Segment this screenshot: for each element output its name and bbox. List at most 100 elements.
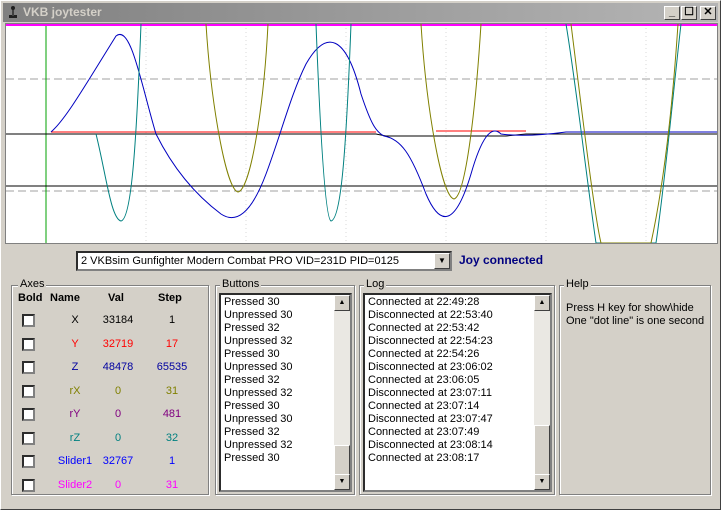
bold-checkbox[interactable] [22, 431, 35, 445]
axis-row: X 33184 1 [12, 314, 212, 332]
list-item[interactable]: Pressed 30 [224, 452, 332, 465]
buttons-items: Pressed 30 Unpressed 30 Pressed 32 Unpresse… [224, 296, 332, 465]
axes-group: Axes Bold Name Val Step X 33184 1 Y 32719 17 Z… [11, 278, 212, 497]
axis-step: 65535 [156, 361, 188, 373]
axis-value: 0 [114, 431, 122, 444]
axis-waveform-plot [6, 24, 717, 243]
list-item[interactable]: Disconnected at 23:07:47 [368, 413, 532, 426]
axis-row: Slider1 32767 1 [12, 455, 212, 473]
list-item[interactable]: Pressed 30 [224, 348, 332, 361]
axis-step: 1 [168, 314, 176, 326]
axis-value: 33184 [102, 314, 134, 326]
axis-step: 31 [165, 478, 179, 491]
bold-checkbox[interactable] [22, 337, 35, 351]
bold-column-header: Bold [18, 292, 43, 304]
axes-group-label: Axes [18, 278, 47, 290]
log-group: Log Connected at 22:49:28 Disconnected at… [359, 278, 555, 495]
val-column-header: Val [108, 292, 124, 304]
list-item[interactable]: Disconnected at 23:08:14 [368, 439, 532, 452]
list-item[interactable]: Pressed 32 [224, 374, 332, 387]
list-item[interactable]: Unpressed 30 [224, 361, 332, 374]
chevron-down-icon[interactable]: ▼ [434, 253, 450, 269]
list-item[interactable]: Unpressed 32 [224, 335, 332, 348]
axis-value: 0 [114, 384, 122, 397]
log-listbox[interactable]: Connected at 22:49:28 Disconnected at 22:… [363, 293, 552, 492]
scroll-up-icon[interactable]: ▲ [534, 295, 550, 311]
list-item[interactable]: Unpressed 32 [224, 439, 332, 452]
log-scrollbar[interactable]: ▲ ▼ [534, 295, 550, 490]
list-item[interactable]: Connected at 23:07:49 [368, 426, 532, 439]
axis-value: 32719 [102, 337, 134, 350]
bold-checkbox[interactable] [22, 455, 35, 468]
log-group-label: Log [364, 278, 387, 290]
axis-row: Z 48478 65535 [12, 361, 212, 379]
title-bar[interactable]: VKB joytester _ ☐ ✕ [3, 3, 718, 22]
help-line-1: Press H key for show\hide [566, 302, 694, 314]
axis-step: 1 [168, 455, 176, 467]
log-items: Connected at 22:49:28 Disconnected at 22:… [368, 296, 532, 465]
device-dropdown[interactable]: 2 VKBsim Gunfighter Modern Combat PRO VI… [76, 251, 452, 271]
y-axis-trace [51, 130, 526, 133]
bold-checkbox[interactable] [22, 361, 35, 374]
bold-checkbox[interactable] [22, 314, 35, 327]
axis-value: 0 [114, 408, 122, 420]
signal-graph [5, 23, 718, 244]
device-dropdown-value: 2 VKBsim Gunfighter Modern Combat PRO VI… [81, 255, 399, 267]
axis-row: rY 0 481 [12, 408, 212, 426]
axis-step: 32 [165, 431, 179, 444]
bold-checkbox[interactable] [22, 408, 35, 421]
scroll-down-icon[interactable]: ▼ [534, 474, 550, 490]
axis-step: 481 [162, 408, 182, 420]
list-item[interactable]: Connected at 23:07:14 [368, 400, 532, 413]
list-item[interactable]: Unpressed 30 [224, 309, 332, 322]
window-title: VKB joytester [23, 5, 102, 19]
list-item[interactable]: Connected at 22:54:26 [368, 348, 532, 361]
list-item[interactable]: Unpressed 32 [224, 387, 332, 400]
list-item[interactable]: Connected at 23:06:05 [368, 374, 532, 387]
scroll-thumb[interactable] [334, 445, 350, 475]
list-item[interactable]: Disconnected at 23:07:11 [368, 387, 532, 400]
help-group: Help Press H key for show\hide One "dot … [559, 278, 711, 495]
axis-value: 32767 [102, 455, 134, 467]
list-item[interactable]: Connected at 23:08:17 [368, 452, 532, 465]
axis-value: 0 [114, 478, 122, 491]
buttons-listbox[interactable]: Pressed 30 Unpressed 30 Pressed 32 Unpresse… [219, 293, 352, 492]
step-column-header: Step [158, 292, 182, 304]
connection-status: Joy connected [459, 253, 544, 267]
axis-row: rZ 0 32 [12, 431, 212, 450]
buttons-scrollbar[interactable]: ▲ ▼ [334, 295, 350, 490]
scroll-down-icon[interactable]: ▼ [334, 474, 350, 490]
list-item[interactable]: Disconnected at 23:06:02 [368, 361, 532, 374]
close-button[interactable]: ✕ [700, 6, 716, 20]
scroll-up-icon[interactable]: ▲ [334, 295, 350, 311]
scroll-thumb[interactable] [534, 425, 550, 475]
list-item[interactable]: Pressed 30 [224, 296, 332, 309]
list-item[interactable]: Pressed 30 [224, 400, 332, 413]
minimize-button[interactable]: _ [664, 6, 680, 20]
axis-row: rX 0 31 [12, 384, 212, 403]
axis-step: 31 [165, 384, 179, 397]
list-item[interactable]: Connected at 22:53:42 [368, 322, 532, 335]
axis-row: Slider2 0 31 [12, 478, 212, 497]
maximize-button[interactable]: ☐ [681, 6, 697, 20]
buttons-group: Buttons Pressed 30 Unpressed 30 Pressed 32… [215, 278, 355, 495]
x-axis-trace [6, 133, 717, 137]
list-item[interactable]: Pressed 32 [224, 322, 332, 335]
bold-checkbox[interactable] [22, 384, 35, 398]
main-window: VKB joytester _ ☐ ✕ 2 VKBsim Gunfighter … [0, 0, 721, 510]
list-item[interactable]: Connected at 22:49:28 [368, 296, 532, 309]
axis-step: 17 [165, 337, 179, 350]
bold-checkbox[interactable] [22, 478, 35, 492]
list-item[interactable]: Pressed 32 [224, 426, 332, 439]
buttons-group-label: Buttons [220, 278, 262, 290]
axis-row: Y 32719 17 [12, 337, 212, 356]
axis-value: 48478 [102, 361, 134, 373]
name-column-header: Name [50, 292, 80, 304]
list-item[interactable]: Disconnected at 22:54:23 [368, 335, 532, 348]
help-group-label: Help [564, 278, 591, 290]
list-item[interactable]: Disconnected at 22:53:40 [368, 309, 532, 322]
list-item[interactable]: Unpressed 30 [224, 413, 332, 426]
help-line-2: One "dot line" is one second [566, 315, 705, 327]
joystick-icon [9, 6, 17, 18]
z-axis-trace [50, 33, 717, 219]
